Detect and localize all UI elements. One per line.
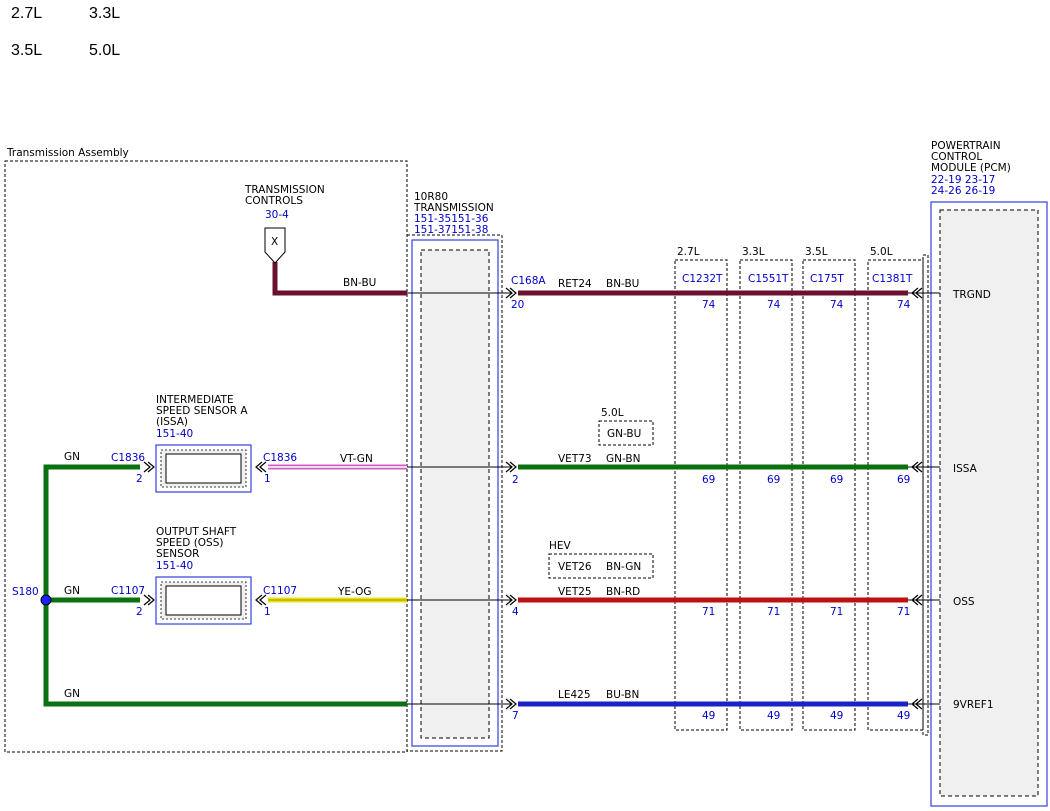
pcm-pin-3.5l-4: 49 bbox=[830, 710, 843, 722]
circuit-labels: RET24 BN-BU VET73 GN-BN VET25 BN-RD LE42… bbox=[558, 278, 640, 701]
c168a-pin-4: 4 bbox=[512, 606, 519, 618]
transmission-10r80[interactable]: 10R80 TRANSMISSION 151-35151-36 151-3715… bbox=[406, 191, 503, 752]
issa-right-connector[interactable]: C1836 bbox=[263, 452, 297, 464]
transmission-assembly: Transmission Assembly bbox=[4, 147, 408, 753]
pcm-connector-box-3.5l bbox=[802, 259, 856, 731]
transmission-controls-title-2: CONTROLS bbox=[245, 195, 303, 207]
pcm-signal-oss: OSS bbox=[953, 596, 975, 608]
circuit-vet25: VET25 bbox=[558, 586, 592, 598]
alt-option-5.0l-label: 5.0L bbox=[601, 407, 624, 419]
bottom-wire-label: GN bbox=[64, 688, 80, 700]
splice-label[interactable]: S180 bbox=[12, 586, 39, 598]
pcm-connector-c1232t[interactable]: C1232T bbox=[682, 273, 723, 285]
pcm-pin-2.7l-4: 49 bbox=[702, 710, 715, 722]
pcm-connector-box-3.3l bbox=[739, 259, 793, 731]
transmission-10r80-ref-2[interactable]: 151-37151-38 bbox=[414, 224, 488, 236]
issa-right-pin: 1 bbox=[264, 473, 271, 485]
oss-right-wire-label: YE-OG bbox=[337, 586, 372, 598]
pcm-pin-3.5l-2: 69 bbox=[830, 474, 843, 486]
oss-ref[interactable]: 151-40 bbox=[156, 560, 193, 572]
pcm-pin-2.7l-2: 69 bbox=[702, 474, 715, 486]
pcm-ref-2[interactable]: 24-26 26-19 bbox=[931, 185, 995, 197]
circuit-vet73: VET73 bbox=[558, 453, 592, 465]
circuit-le425: LE425 bbox=[558, 689, 591, 701]
pcm-connector-box-5.0l bbox=[867, 259, 924, 731]
alt-wire-options: 5.0L GN-BU HEV VET26 BN-GN bbox=[548, 407, 654, 579]
pcm-connector-pins: 74 69 71 49 74 69 71 49 74 69 71 49 74 6… bbox=[702, 299, 911, 722]
pcm-engine-3.3l: 3.3L bbox=[742, 246, 765, 258]
pcm-pin-2.7l-3: 71 bbox=[702, 606, 715, 618]
oss-title-3: SENSOR bbox=[156, 548, 199, 560]
oss-right-pin: 1 bbox=[264, 606, 271, 618]
circuit-vet25-color: BN-RD bbox=[606, 586, 640, 598]
pcm-connector-c1381t[interactable]: C1381T bbox=[872, 273, 913, 285]
issa-title-3: (ISSA) bbox=[156, 416, 188, 428]
pcm-title-3: MODULE (PCM) bbox=[931, 162, 1011, 174]
pcm-pin-3.3l-4: 49 bbox=[767, 710, 780, 722]
issa-left-pin: 2 bbox=[136, 473, 143, 485]
splice-dot-icon bbox=[40, 594, 52, 606]
pcm-signal-9vref1: 9VREF1 bbox=[953, 699, 994, 711]
oss-sensor[interactable]: OUTPUT SHAFT SPEED (OSS) SENSOR 151-40 C… bbox=[64, 526, 372, 625]
pcm-connector-c1551t[interactable]: C1551T bbox=[748, 273, 789, 285]
oss-left-connector[interactable]: C1107 bbox=[111, 585, 145, 597]
pcm-connector-boxes: 2.7L 3.3L 3.5L 5.0L C1232T C1551T C175T … bbox=[674, 246, 929, 736]
transmission-10r80-inner bbox=[420, 249, 490, 739]
oss-left-pin: 2 bbox=[136, 606, 143, 618]
pcm-engine-5.0l: 5.0L bbox=[870, 246, 893, 258]
c168a-pin-7: 7 bbox=[512, 710, 519, 722]
pcm-pin-5.0l-1: 74 bbox=[897, 299, 911, 311]
pcm-pin-3.5l-3: 71 bbox=[830, 606, 843, 618]
c168a-label[interactable]: C168A bbox=[511, 275, 546, 287]
pcm-pin-3.3l-1: 74 bbox=[767, 299, 781, 311]
terminal-x-label: X bbox=[271, 236, 278, 248]
oss-left-pin-arrow-icon bbox=[143, 594, 155, 606]
circuit-ret24-color: BN-BU bbox=[606, 278, 639, 290]
transmission-controls[interactable]: TRANSMISSION CONTROLS 30-4 X BN-BU bbox=[244, 184, 376, 289]
pcm-engine-3.5l: 3.5L bbox=[805, 246, 828, 258]
pcm-signal-trgnd: TRGND bbox=[952, 289, 991, 301]
c168a-pin-2: 2 bbox=[512, 474, 519, 486]
c168a-pin-20: 20 bbox=[511, 299, 524, 311]
transmission-controls-ref[interactable]: 30-4 bbox=[265, 209, 289, 221]
alt-option-hev-circuit: VET26 bbox=[558, 561, 592, 573]
pcm-pin-2.7l-1: 74 bbox=[702, 299, 716, 311]
pcm-pin-3.3l-2: 69 bbox=[767, 474, 780, 486]
issa-left-wire-label: GN bbox=[64, 451, 80, 463]
pcm-connector-c175t[interactable]: C175T bbox=[810, 273, 844, 285]
circuit-le425-color: BU-BN bbox=[606, 689, 639, 701]
alt-option-hev-label: HEV bbox=[549, 540, 572, 552]
oss-element bbox=[165, 585, 242, 616]
oss-left-wire-label: GN bbox=[64, 585, 80, 597]
pcm-pin-5.0l-3: 71 bbox=[897, 606, 910, 618]
pcm-pin-5.0l-4: 49 bbox=[897, 710, 910, 722]
circuit-vet73-color: GN-BN bbox=[606, 453, 640, 465]
wiring-diagram: Transmission Assembly 10R80 TRANSMISSION… bbox=[4, 140, 1048, 807]
transmission-assembly-label: Transmission Assembly bbox=[6, 147, 129, 159]
issa-left-pin-arrow-icon bbox=[143, 461, 155, 473]
oss-right-connector[interactable]: C1107 bbox=[263, 585, 297, 597]
pcm-pin-3.3l-3: 71 bbox=[767, 606, 780, 618]
connector-c168a[interactable]: C168A 20 2 4 7 bbox=[505, 275, 546, 722]
pcm-module[interactable]: POWERTRAIN CONTROL MODULE (PCM) 22-19 23… bbox=[930, 140, 1048, 807]
pcm-pin-5.0l-2: 69 bbox=[897, 474, 910, 486]
pcm-connector-edge bbox=[922, 254, 929, 736]
alt-option-hev-color: BN-GN bbox=[606, 561, 641, 573]
issa-right-wire-label: VT-GN bbox=[340, 453, 373, 465]
issa-right-pin-arrow-icon bbox=[255, 461, 267, 473]
pcm-engine-2.7l: 2.7L bbox=[677, 246, 700, 258]
pcm-connector-box-2.7l bbox=[674, 259, 728, 731]
circuit-ret24: RET24 bbox=[558, 278, 592, 290]
pcm-signal-issa: ISSA bbox=[953, 463, 978, 475]
issa-ref[interactable]: 151-40 bbox=[156, 428, 193, 440]
oss-right-pin-arrow-icon bbox=[255, 594, 267, 606]
alt-option-5.0l-color: GN-BU bbox=[607, 428, 641, 440]
issa-left-connector[interactable]: C1836 bbox=[111, 452, 145, 464]
pcm-pin-3.5l-1: 74 bbox=[830, 299, 844, 311]
wire-label-bn-bu: BN-BU bbox=[343, 277, 376, 289]
issa-element bbox=[165, 453, 242, 484]
wire-bn-bu-transmission-controls[interactable] bbox=[272, 262, 407, 296]
pcm-pin-arrows bbox=[911, 287, 923, 710]
issa-sensor[interactable]: INTERMEDIATE SPEED SENSOR A (ISSA) 151-4… bbox=[64, 394, 373, 493]
